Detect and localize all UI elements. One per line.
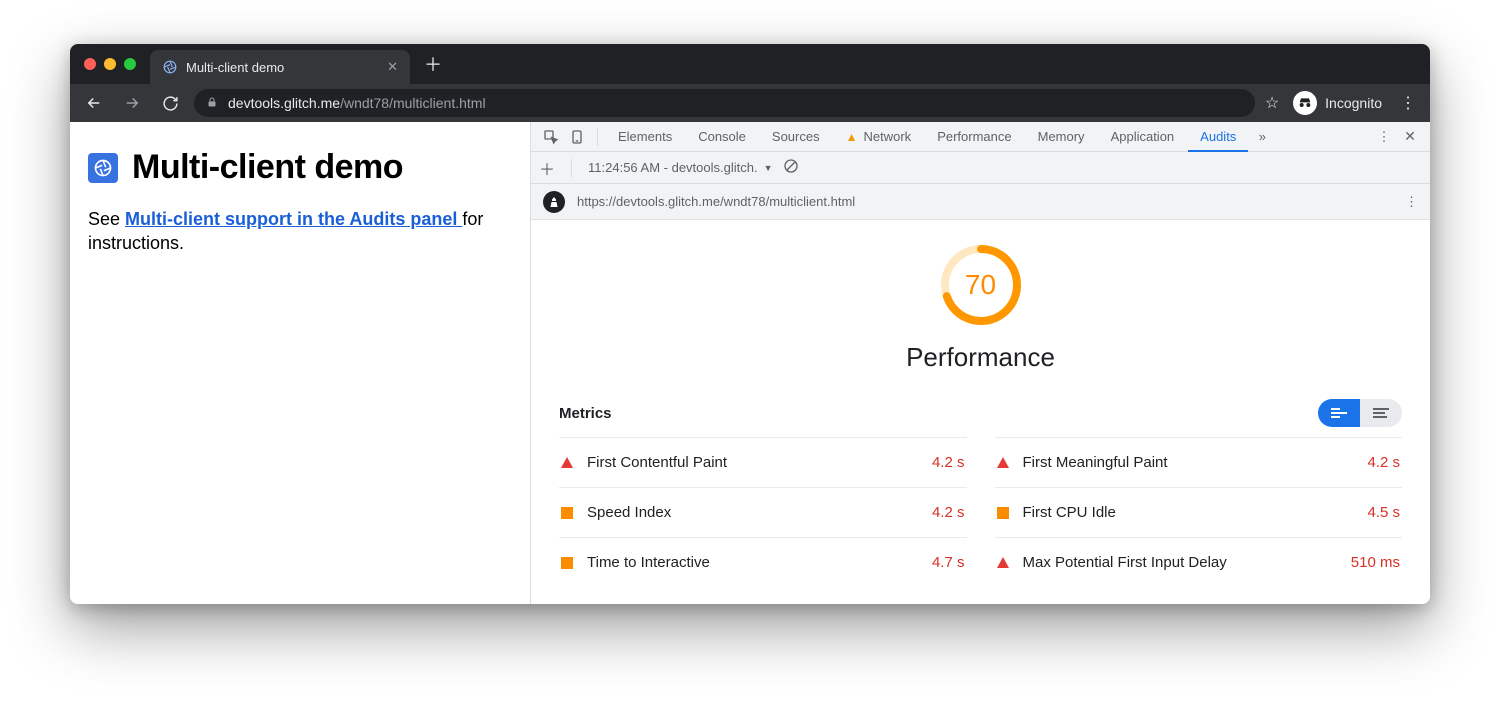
browser-window: Multi-client demo ✕ ＋ devtools.glitch.me… — [70, 44, 1430, 604]
more-tabs-icon[interactable]: » — [1250, 125, 1274, 149]
browser-tab[interactable]: Multi-client demo ✕ — [150, 50, 410, 84]
tab-application[interactable]: Application — [1099, 122, 1187, 152]
aperture-icon — [88, 153, 118, 183]
triangle-icon — [997, 457, 1009, 468]
devtools-panel: Elements Console Sources ▲Network Perfor… — [530, 122, 1430, 604]
dropdown-label: 11:24:56 AM - devtools.glitch. — [588, 160, 758, 175]
aperture-icon — [162, 59, 178, 75]
address-bar[interactable]: devtools.glitch.me/wndt78/multiclient.ht… — [194, 89, 1255, 117]
score-title: Performance — [906, 342, 1055, 373]
maximize-window-button[interactable] — [124, 58, 136, 70]
titlebar: Multi-client demo ✕ ＋ — [70, 44, 1430, 84]
page-heading-row: Multi-client demo — [88, 148, 512, 187]
report-menu-icon[interactable]: ⋮ — [1405, 194, 1418, 210]
incognito-label: Incognito — [1325, 95, 1382, 111]
minimize-window-button[interactable] — [104, 58, 116, 70]
metric-value: 4.2 s — [932, 454, 965, 471]
browser-menu-icon[interactable]: ⋮ — [1396, 93, 1420, 113]
device-toggle-icon[interactable] — [565, 125, 589, 149]
audits-toolbar: ＋ 11:24:56 AM - devtools.glitch. ▼ — [531, 152, 1430, 184]
separator — [597, 128, 598, 146]
metric-value: 4.2 s — [932, 504, 965, 521]
text: See — [88, 209, 125, 229]
metric-name: First CPU Idle — [1023, 504, 1354, 521]
page-paragraph: See Multi-client support in the Audits p… — [88, 207, 512, 256]
tab-audits[interactable]: Audits — [1188, 122, 1248, 152]
audit-url: https://devtools.glitch.me/wndt78/multic… — [577, 194, 855, 209]
metric-name: Max Potential First Input Delay — [1023, 554, 1337, 571]
metric-value: 4.7 s — [932, 554, 965, 571]
forward-button[interactable] — [118, 89, 146, 117]
incognito-indicator[interactable]: Incognito — [1293, 91, 1382, 115]
metric-row[interactable]: Time to Interactive 4.7 s — [559, 537, 967, 587]
tab-elements[interactable]: Elements — [606, 122, 684, 152]
close-devtools-icon[interactable]: ✕ — [1398, 128, 1422, 145]
metrics-view-toggle — [1318, 399, 1402, 427]
square-icon — [561, 507, 573, 519]
metrics-label: Metrics — [559, 405, 612, 422]
metrics-column-left: First Contentful Paint 4.2 s Speed Index 4.… — [559, 437, 967, 587]
view-expanded-button[interactable] — [1318, 399, 1360, 427]
tab-title: Multi-client demo — [186, 60, 284, 75]
url-text: devtools.glitch.me/wndt78/multiclient.ht… — [228, 95, 486, 111]
devtools-menu-icon[interactable]: ⋮ — [1372, 125, 1396, 149]
square-icon — [997, 507, 1009, 519]
back-button[interactable] — [80, 89, 108, 117]
metric-value: 4.2 s — [1367, 454, 1400, 471]
metric-name: Time to Interactive — [587, 554, 918, 571]
chevron-down-icon: ▼ — [764, 163, 773, 173]
score-gauge: 70 Performance — [559, 242, 1402, 373]
lock-icon — [206, 96, 218, 111]
tab-sources[interactable]: Sources — [760, 122, 832, 152]
metric-name: First Meaningful Paint — [1023, 454, 1354, 471]
bookmark-icon[interactable]: ☆ — [1265, 93, 1279, 113]
metrics-header: Metrics — [559, 399, 1402, 437]
audit-url-row: https://devtools.glitch.me/wndt78/multic… — [531, 184, 1430, 220]
toolbar: devtools.glitch.me/wndt78/multiclient.ht… — [70, 84, 1430, 122]
metric-row[interactable]: First Meaningful Paint 4.2 s — [995, 437, 1403, 487]
metrics-grid: First Contentful Paint 4.2 s Speed Index 4.… — [559, 437, 1402, 587]
metric-row[interactable]: Max Potential First Input Delay 510 ms — [995, 537, 1403, 587]
new-audit-button[interactable]: ＋ — [539, 156, 555, 180]
metric-name: First Contentful Paint — [587, 454, 918, 471]
square-icon — [561, 557, 573, 569]
metric-row[interactable]: First Contentful Paint 4.2 s — [559, 437, 967, 487]
tab-console[interactable]: Console — [686, 122, 758, 152]
gauge: 70 — [938, 242, 1024, 328]
viewport: Multi-client demo See Multi-client suppo… — [70, 122, 1430, 604]
view-compact-button[interactable] — [1360, 399, 1402, 427]
metric-row[interactable]: First CPU Idle 4.5 s — [995, 487, 1403, 537]
triangle-icon — [561, 457, 573, 468]
reload-button[interactable] — [156, 89, 184, 117]
page-title: Multi-client demo — [132, 148, 403, 187]
tab-performance[interactable]: Performance — [925, 122, 1023, 152]
audit-report-dropdown[interactable]: 11:24:56 AM - devtools.glitch. ▼ — [588, 160, 773, 175]
separator — [571, 159, 572, 177]
clear-icon[interactable] — [783, 158, 799, 177]
metrics-column-right: First Meaningful Paint 4.2 s First CPU Idl… — [995, 437, 1403, 587]
devtools-tabstrip: Elements Console Sources ▲Network Perfor… — [531, 122, 1430, 152]
tab-memory[interactable]: Memory — [1026, 122, 1097, 152]
score-value: 70 — [938, 242, 1024, 328]
warning-icon: ▲ — [846, 130, 858, 144]
new-tab-button[interactable]: ＋ — [424, 51, 442, 77]
tab-network[interactable]: ▲Network — [834, 122, 924, 152]
lighthouse-icon — [543, 191, 565, 213]
metric-name: Speed Index — [587, 504, 918, 521]
metric-row[interactable]: Speed Index 4.2 s — [559, 487, 967, 537]
incognito-icon — [1293, 91, 1317, 115]
audits-panel-link[interactable]: Multi-client support in the Audits panel — [125, 209, 462, 229]
triangle-icon — [997, 557, 1009, 568]
close-tab-icon[interactable]: ✕ — [387, 59, 398, 75]
page-content: Multi-client demo See Multi-client suppo… — [70, 122, 530, 604]
metric-value: 510 ms — [1351, 554, 1400, 571]
audit-body: 70 Performance Metrics — [531, 220, 1430, 604]
close-window-button[interactable] — [84, 58, 96, 70]
toolbar-right: ☆ Incognito ⋮ — [1265, 91, 1420, 115]
metric-value: 4.5 s — [1367, 504, 1400, 521]
inspect-element-icon[interactable] — [539, 125, 563, 149]
window-controls — [84, 58, 136, 70]
